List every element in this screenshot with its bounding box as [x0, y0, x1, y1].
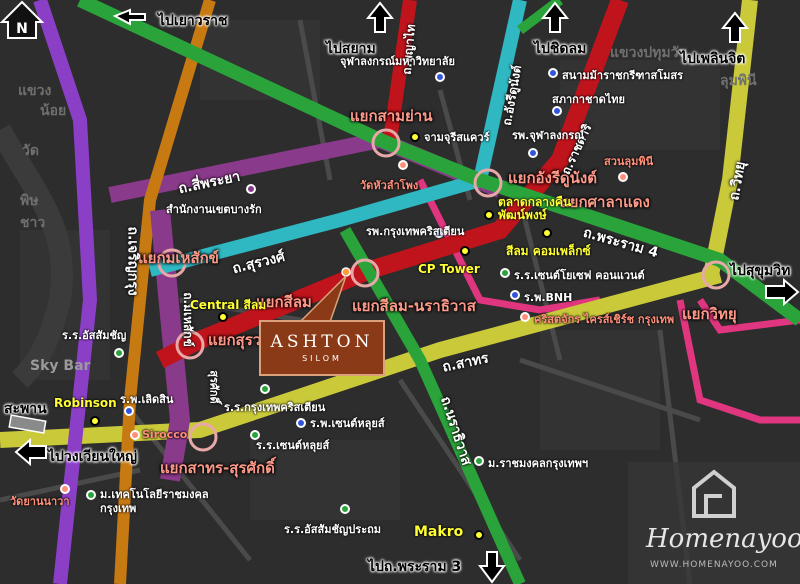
- direction-rama3: ไปถ.พระราม 3: [368, 559, 462, 575]
- intersection-sathon-surasak: แยกสาทร-สุรศักดิ์: [160, 459, 275, 477]
- map: N แขวง น้อย วัด พิษ ชาว Sky Bar แขวงปทุม…: [0, 0, 800, 584]
- poi-lumphini-park: สวนลุมพินี: [604, 155, 654, 168]
- poi-marker: [474, 530, 484, 540]
- bg-label: ชาว: [20, 215, 46, 231]
- poi-royal-sports-club: สนามม้าราชกรีฑาสโมสร: [562, 69, 684, 82]
- poi-st-louis-school: ร.ร.เซนต์หลุยส์: [256, 439, 330, 452]
- road-surasak: สุรศักดิ์: [207, 370, 221, 404]
- poi-patpong-market: ตลาดกลางคืนพัฒน์พงษ์: [498, 195, 572, 222]
- poi-rmut-krungthep: ม.ราชมงคลกรุงเทพฯ: [488, 457, 589, 470]
- poi-makro: Makro: [414, 524, 464, 540]
- poi-wat-hualamphong: วัดหัวลำโพง: [360, 179, 419, 192]
- poi-marker: [296, 418, 306, 428]
- poi-marker: [520, 312, 530, 322]
- intersection-withayu: แยกวิทยุ: [682, 305, 737, 323]
- homenayoo-logo-icon: [692, 469, 736, 518]
- direction-yaowarat: ไปเยาวราช: [158, 13, 228, 29]
- poi-marker: [246, 184, 256, 194]
- poi-marker: [484, 210, 494, 220]
- bg-label: ลุมพินี: [720, 73, 757, 89]
- poi-bangrak-office: สำนักงานเขตบางรัก: [166, 203, 262, 216]
- project-subname: SILOM: [302, 354, 342, 363]
- poi-marker: [260, 384, 270, 394]
- poi-bangkok-christian-hospital: รพ.กรุงเทพคริสเตียน: [366, 225, 465, 238]
- intersection-mahesak: แยกมเหสักข์: [138, 249, 219, 267]
- poi-marker: [130, 430, 140, 440]
- poi-chamchuri-square: จามจุรีสแควร์: [424, 131, 490, 144]
- poi-chula-university: จุฬาลงกรณ์มหาวิทยาลัย: [340, 55, 455, 68]
- poi-marker: [398, 160, 408, 170]
- project-name: ASHTON: [270, 332, 374, 352]
- poi-st-louis-hospital: ร.พ.เซนต์หลุยส์: [310, 417, 385, 430]
- poi-silom-complex: สีลม คอมเพล็กซ์: [506, 244, 591, 258]
- intersection-silom-narathiwat: แยกสีลม-นราธิวาส: [352, 297, 476, 315]
- project-pin-icon: [341, 267, 351, 277]
- intersection-samyan: แยกสามย่าน: [350, 107, 433, 125]
- direction-wongwianyai: ไปวงเวียนใหญ่: [48, 449, 138, 465]
- watermark-url: WWW.HOMENAYOO.COM: [650, 560, 778, 570]
- bg-label: วัด: [22, 143, 39, 159]
- bg-label: แขวง: [18, 83, 52, 99]
- poi-marker: [114, 348, 124, 358]
- project-callout: ASHTON SILOM: [259, 320, 385, 376]
- direction-ploenchit: ไปเพลินจิต: [680, 51, 746, 67]
- poi-marker: [500, 268, 510, 278]
- poi-assumption-primary: ร.ร.อัสสัมชัญประถม: [284, 523, 382, 536]
- bg-label: แขวงปทุมวัน: [610, 45, 689, 61]
- poi-marker: [542, 228, 552, 238]
- poi-marker: [86, 490, 96, 500]
- bg-label: พิษ: [20, 193, 39, 209]
- poi-lerdsin-hospital: ร.พ.เลิดสิน: [120, 393, 174, 406]
- poi-chula-hospital: รพ.จุฬาลงกรณ์: [512, 129, 585, 142]
- poi-marker: [410, 132, 420, 142]
- road-charoenkrung: ถ.เจริญกรุง: [124, 226, 141, 296]
- poi-cp-tower: CP Tower: [418, 262, 480, 276]
- direction-saphan: สะพาน: [4, 401, 47, 417]
- bg-label: น้อย: [40, 103, 67, 119]
- poi-robinson: Robinson: [54, 396, 117, 410]
- poi-marker: [618, 172, 628, 182]
- poi-bnh-hospital: ร.พ.BNH: [524, 291, 573, 304]
- poi-marker: [548, 68, 558, 78]
- poi-marker: [460, 246, 470, 256]
- watermark: Homenayoo WWW.HOMENAYOO.COM: [628, 462, 800, 584]
- poi-wat-yannawa: วัดยานนาวา: [10, 495, 70, 508]
- poi-marker: [528, 148, 538, 158]
- poi-marker: [340, 504, 350, 514]
- poi-central-silom: Central สีลม: [190, 298, 267, 312]
- bg-label: Sky Bar: [30, 358, 91, 374]
- poi-marker: [90, 416, 100, 426]
- direction-sukhumvit: ไปสุขุมวิท: [730, 263, 791, 279]
- poi-marker: [435, 72, 445, 82]
- poi-marker: [510, 290, 520, 300]
- svg-text:N: N: [16, 21, 28, 37]
- direction-chidlom: ไปชิดลม: [534, 41, 587, 57]
- poi-sirocco: Sirocco: [142, 428, 188, 441]
- poi-st-joseph-convent: ร.ร.เซนต์โยเซฟ คอนแวนต์: [514, 269, 645, 282]
- poi-rmutt: ม.เทคโนโลยีราชมงคล กรุงเทพ: [100, 488, 209, 515]
- intersection-angrimuang: แยกอังรีดูนังต์: [508, 169, 597, 187]
- poi-assumption-college: ร.ร.อัสสัมชัญ: [62, 329, 127, 342]
- poi-christ-church: คริสตจักร ไครส์เชิร์ช กรุงเทพ: [534, 313, 675, 326]
- watermark-name: Homenayoo: [646, 524, 800, 554]
- poi-marker: [474, 456, 484, 466]
- north-arrow-icon: N: [0, 0, 44, 39]
- poi-red-cross: สภากาชาดไทย: [552, 93, 625, 106]
